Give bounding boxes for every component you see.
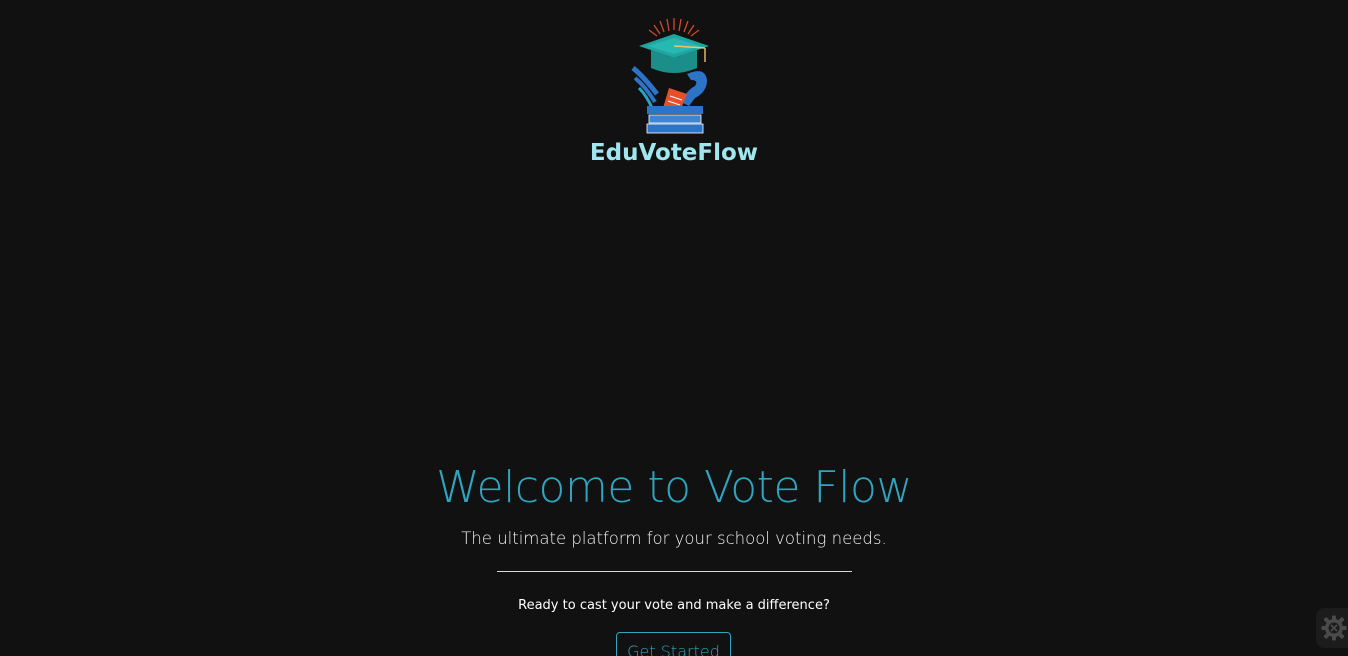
cta-prompt-text: Ready to cast your vote and make a diffe…: [518, 598, 830, 613]
get-started-button[interactable]: Get Started: [616, 632, 731, 656]
brand-name: EduVoteFlow: [589, 140, 759, 166]
brand-logo-wrapper: [0, 16, 1348, 142]
landing-page: EduVoteFlow Welcome to Vote Flow The ult…: [0, 0, 1348, 656]
graduation-cap-ballot-box-icon: [631, 18, 709, 134]
hero-subtitle: The ultimate platform for your school vo…: [461, 529, 887, 548]
floating-settings-button[interactable]: [1316, 608, 1348, 648]
hero-divider: [497, 571, 852, 572]
gear-settings-icon: [1321, 615, 1347, 641]
hero-title: Welcome to Vote Flow: [436, 462, 912, 513]
